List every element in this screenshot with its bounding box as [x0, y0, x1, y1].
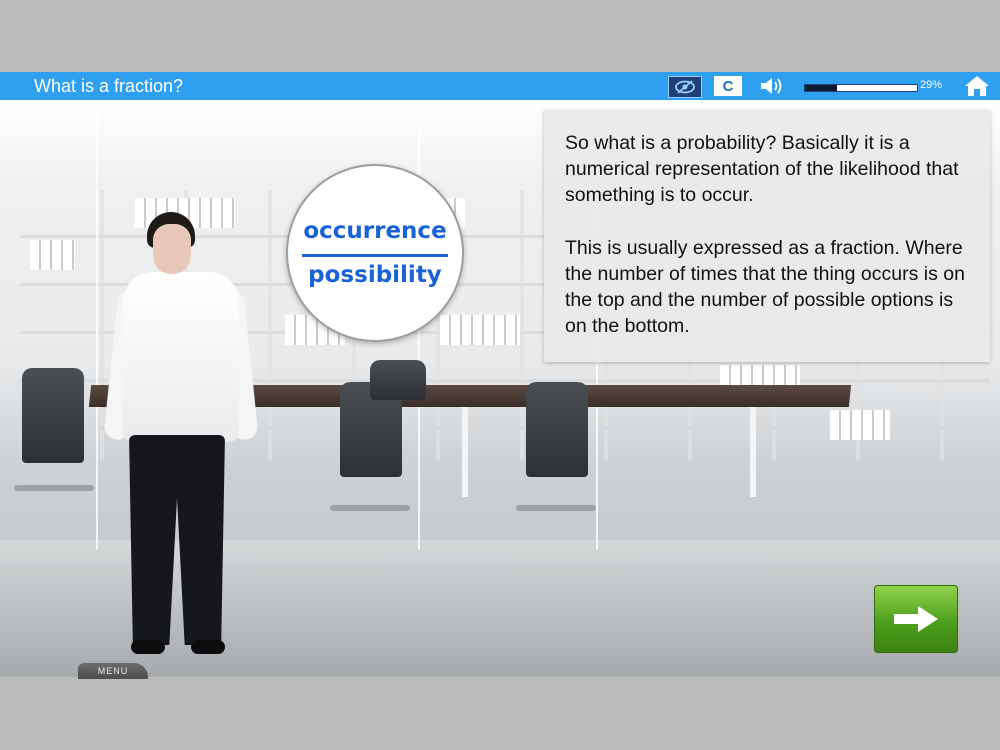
- presenter-face: [153, 224, 191, 274]
- menu-label: MENU: [97, 666, 129, 676]
- chair-base: [330, 505, 410, 511]
- office-chair: [22, 368, 84, 463]
- fraction-denominator: possibility: [308, 262, 442, 288]
- presenter-trousers: [129, 435, 225, 645]
- audio-button[interactable]: [758, 76, 786, 96]
- chair-base: [516, 505, 596, 511]
- eye-slash-icon: [675, 80, 695, 94]
- replay-button[interactable]: C: [714, 76, 742, 96]
- explanation-panel: So what is a probability? Basically it i…: [544, 110, 990, 362]
- office-chair: [370, 360, 426, 400]
- arrow-right-icon: [894, 606, 938, 632]
- presenter-shirt: [123, 272, 239, 442]
- lesson-title: What is a fraction?: [34, 76, 184, 96]
- presenter-figure: [103, 210, 259, 665]
- binders: [830, 410, 890, 440]
- top-frame-band: [0, 0, 1000, 72]
- glass-partition: [96, 100, 98, 550]
- fraction-numerator: occurrence: [303, 218, 447, 244]
- speaker-icon: [761, 78, 782, 94]
- table-leg: [462, 407, 468, 497]
- visibility-toggle-button[interactable]: [668, 76, 702, 98]
- progress-percent: 29%: [920, 79, 943, 91]
- explanation-paragraph: This is usually expressed as a fraction.…: [565, 237, 965, 337]
- office-chair: [526, 382, 588, 477]
- presenter-shoe: [131, 640, 165, 654]
- fraction-bar: [302, 254, 448, 257]
- replay-icon: C: [722, 77, 734, 95]
- binders: [30, 240, 75, 270]
- fraction-bubble: occurrence possibility: [286, 164, 464, 342]
- binders: [440, 315, 520, 345]
- explanation-paragraph: So what is a probability? Basically it i…: [565, 132, 959, 206]
- chair-base: [14, 485, 94, 491]
- home-icon: [965, 76, 989, 96]
- progress-fill: [805, 85, 838, 91]
- bottom-frame-band: [0, 677, 1000, 750]
- table-leg: [750, 407, 756, 497]
- next-button[interactable]: [874, 585, 958, 653]
- menu-button[interactable]: MENU: [78, 663, 148, 679]
- progress-bar: [804, 84, 918, 92]
- presenter-shoe: [191, 640, 225, 654]
- home-button[interactable]: [962, 76, 992, 96]
